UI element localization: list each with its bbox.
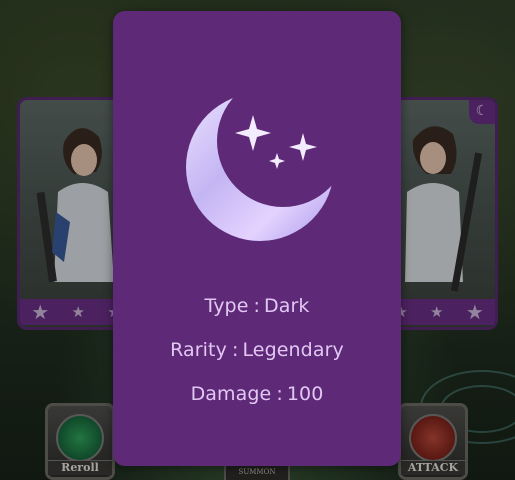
attack-button-label: ATTACK <box>401 460 465 475</box>
star-icon: ★ <box>465 300 484 324</box>
stat-rarity-value: Legendary <box>242 339 344 361</box>
character-portrait <box>405 126 483 292</box>
character-portrait <box>36 128 114 283</box>
stat-type-value: Dark <box>264 295 310 317</box>
star-icon: ★ <box>430 302 444 321</box>
stat-type-label: Type <box>204 295 249 317</box>
star-icon: ★ <box>71 302 85 321</box>
stat-damage-value: 100 <box>286 383 324 405</box>
stat-separator: : <box>231 339 239 361</box>
stat-separator: : <box>276 383 283 405</box>
stat-type: Type: Dark <box>113 295 401 317</box>
reroll-icon <box>56 414 104 462</box>
attack-button[interactable]: ATTACK <box>398 403 468 480</box>
reroll-button-label: Reroll <box>48 460 112 475</box>
crescent-moon-icon: ☾ <box>469 100 495 124</box>
crossed-swords-icon <box>409 414 457 462</box>
summon-button-label: SUMMON <box>238 468 276 476</box>
star-icon: ★ <box>31 300 50 324</box>
stat-damage: Damage:100 <box>113 383 401 405</box>
stat-rarity: Rarity: Legendary <box>113 339 401 361</box>
crescent-moon-with-sparkles-icon <box>186 93 334 241</box>
stat-separator: : <box>253 295 261 317</box>
stat-damage-label: Damage <box>190 383 272 405</box>
reroll-button[interactable]: Reroll <box>45 403 115 480</box>
card-detail-modal[interactable]: Type: Dark Rarity: Legendary Damage:100 <box>113 11 401 466</box>
stat-rarity-label: Rarity <box>170 339 227 361</box>
